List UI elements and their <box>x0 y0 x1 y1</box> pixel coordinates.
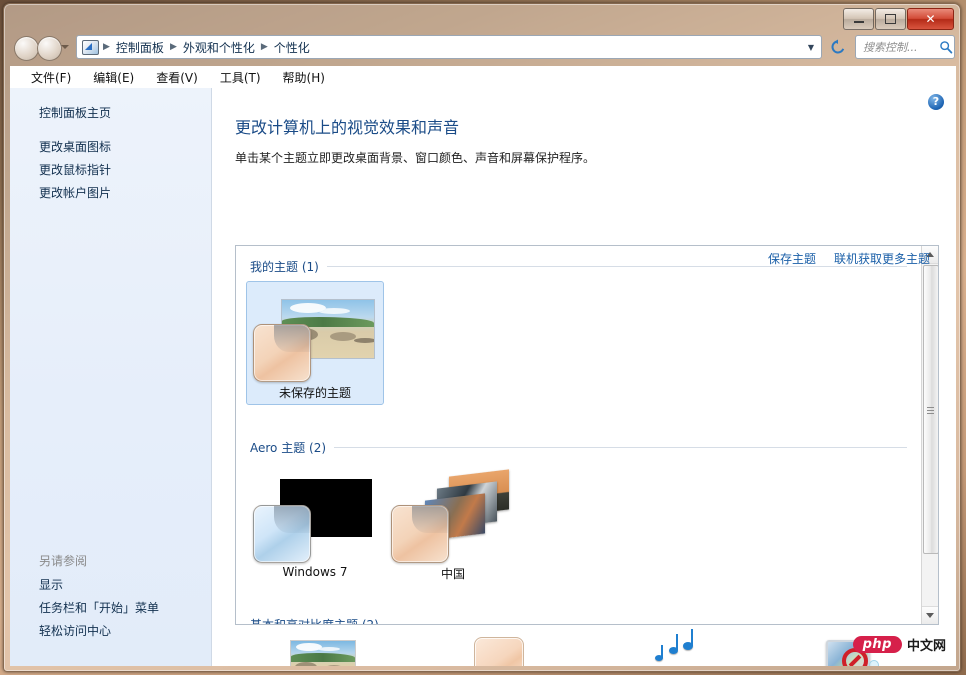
group-header-aero-themes: Aero 主题 (2) <box>236 439 921 456</box>
theme-list-panel: 我的主题 (1) 未保存的主题 Aero 主题 (2) Windows 7 中国 <box>235 245 939 625</box>
back-button[interactable] <box>14 36 39 61</box>
refresh-button[interactable] <box>826 35 850 59</box>
theme-panel-links: 保存主题 联机获取更多主题 <box>768 250 930 267</box>
desktop-background-icon <box>235 636 411 666</box>
theme-tile-china[interactable]: 中国 <box>384 462 522 586</box>
window-color-swatch <box>253 505 311 563</box>
search-icon[interactable] <box>939 40 953 54</box>
minimize-button[interactable] <box>843 8 874 30</box>
sidebar-item-change-account-picture[interactable]: 更改帐户图片 <box>10 181 211 204</box>
watermark-suffix: 中文网 <box>906 639 946 654</box>
group-header-basic-high-contrast: 基本和高对比度主题 (2) <box>236 616 921 624</box>
breadcrumb-separator-icon: ▶ <box>260 42 268 52</box>
theme-tile-label: 未保存的主题 <box>278 386 351 400</box>
theme-thumbnail <box>247 467 383 563</box>
shortcut-window-color[interactable]: 窗口颜色 自定义 <box>411 636 587 666</box>
content-area: 控制面板主页 更改桌面图标 更改鼠标指针 更改帐户图片 另请参阅 显示 任务栏和… <box>10 88 956 666</box>
see-also-item-ease-of-access-center[interactable]: 轻松访问中心 <box>10 619 211 642</box>
title-bar: ✕ <box>4 4 960 32</box>
refresh-icon <box>831 39 845 54</box>
theme-tile-unsaved[interactable]: 未保存的主题 <box>246 281 384 405</box>
menu-item-view[interactable]: 查看(V) <box>145 67 209 88</box>
sidebar-item-control-panel-home[interactable]: 控制面板主页 <box>10 101 211 124</box>
forward-button[interactable] <box>37 36 62 61</box>
theme-scroll-region: 我的主题 (1) 未保存的主题 Aero 主题 (2) Windows 7 中国 <box>236 246 921 624</box>
watermark-brand: php <box>852 636 902 653</box>
see-also-item-display[interactable]: 显示 <box>10 573 211 596</box>
help-icon[interactable]: ? <box>928 94 944 110</box>
control-panel-window: ✕ ▶ 控制面板 ▶ 外观和个性化 ▶ 个性化 ▼ 搜索控制... 文件(F) … <box>3 3 961 672</box>
recent-pages-chevron-icon[interactable] <box>61 45 69 49</box>
group-header-label: 基本和高对比度主题 (2) <box>250 616 379 624</box>
control-panel-icon <box>82 39 99 55</box>
group-header-label: 我的主题 (1) <box>250 260 319 274</box>
shortcut-sounds[interactable]: 声音 书法 <box>587 629 763 666</box>
sidebar-item-change-mouse-pointers[interactable]: 更改鼠标指针 <box>10 158 211 181</box>
search-box[interactable] <box>855 35 955 59</box>
menu-item-edit[interactable]: 编辑(E) <box>82 67 145 88</box>
scroll-down-button[interactable] <box>922 606 938 624</box>
group-header-label: Aero 主题 (2) <box>250 441 327 455</box>
theme-row-aero: Windows 7 中国 <box>236 462 921 586</box>
menu-item-tools[interactable]: 工具(T) <box>209 67 272 88</box>
scrollbar-thumb[interactable] <box>923 265 938 554</box>
personalization-shortcuts: 桌面背景 CN-wp5 窗口颜色 自定义 <box>235 629 939 666</box>
address-bar[interactable]: ▶ 控制面板 ▶ 外观和个性化 ▶ 个性化 ▼ <box>76 35 822 59</box>
breadcrumb-item-control-panel[interactable]: 控制面板 <box>114 39 166 56</box>
breadcrumb-separator-icon: ▶ <box>103 42 110 52</box>
vertical-scrollbar[interactable] <box>921 246 938 624</box>
menu-bar: 文件(F) 编辑(E) 查看(V) 工具(T) 帮助(H) <box>10 66 956 88</box>
theme-tile-label: Windows 7 <box>282 565 348 579</box>
group-header-rule <box>334 447 907 448</box>
theme-row-my-themes: 未保存的主题 <box>236 281 921 405</box>
breadcrumb-separator-icon: ▶ <box>169 42 177 52</box>
close-button[interactable]: ✕ <box>907 8 954 30</box>
breadcrumb-item-personalization[interactable]: 个性化 <box>272 39 312 56</box>
theme-thumbnail <box>247 286 383 382</box>
menu-item-file[interactable]: 文件(F) <box>20 67 82 88</box>
window-color-icon <box>411 636 587 666</box>
save-theme-link[interactable]: 保存主题 <box>768 250 816 267</box>
window-color-swatch <box>253 324 311 382</box>
sidebar-item-change-desktop-icons[interactable]: 更改桌面图标 <box>10 135 211 158</box>
breadcrumb-item-appearance[interactable]: 外观和个性化 <box>181 39 257 56</box>
watermark: php 中文网 <box>852 635 946 654</box>
page-subtitle: 单击某个主题立即更改桌面背景、窗口颜色、声音和屏幕保护程序。 <box>235 151 596 165</box>
see-also-title: 另请参阅 <box>39 554 88 568</box>
window-color-swatch <box>391 505 449 563</box>
see-also-section: 另请参阅 显示 任务栏和「开始」菜单 轻松访问中心 <box>10 549 211 642</box>
main-pane: ? 更改计算机上的视觉效果和声音 单击某个主题立即更改桌面背景、窗口颜色、声音和… <box>213 88 956 666</box>
menu-item-help[interactable]: 帮助(H) <box>272 67 336 88</box>
theme-thumbnail <box>385 467 521 563</box>
see-also-item-taskbar-start-menu[interactable]: 任务栏和「开始」菜单 <box>10 596 211 619</box>
shortcut-desktop-background[interactable]: 桌面背景 CN-wp5 <box>235 636 411 666</box>
sidebar: 控制面板主页 更改桌面图标 更改鼠标指针 更改帐户图片 另请参阅 显示 任务栏和… <box>10 88 212 666</box>
maximize-button[interactable] <box>875 8 906 30</box>
theme-tile-label: 中国 <box>440 567 465 581</box>
address-dropdown-icon[interactable]: ▼ <box>801 43 821 52</box>
sound-icon <box>587 629 763 666</box>
address-bar-row: ▶ 控制面板 ▶ 外观和个性化 ▶ 个性化 ▼ <box>4 32 960 64</box>
search-input[interactable] <box>861 36 939 58</box>
page-title: 更改计算机上的视觉效果和声音 <box>235 118 460 137</box>
get-more-themes-online-link[interactable]: 联机获取更多主题 <box>834 250 930 267</box>
theme-tile-windows7[interactable]: Windows 7 <box>246 462 384 586</box>
window-controls: ✕ <box>843 8 954 30</box>
